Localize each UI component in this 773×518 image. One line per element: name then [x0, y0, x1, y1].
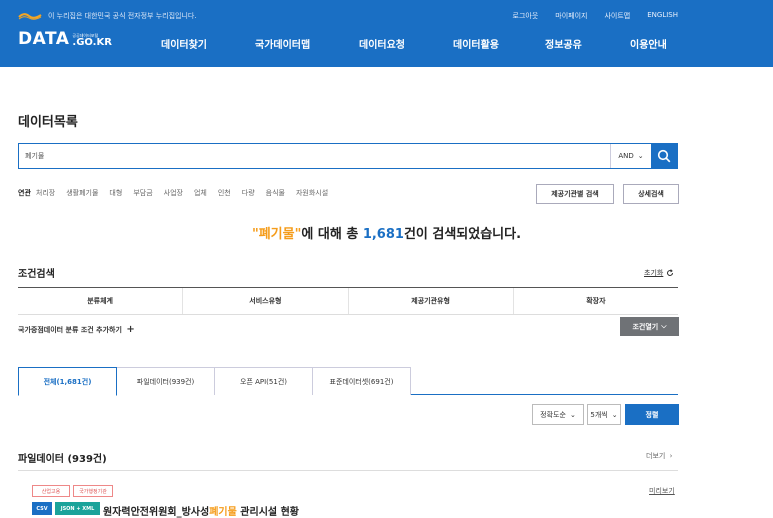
dataset-title-highlight: 폐기물 [209, 507, 237, 518]
more-label: 더보기 [646, 452, 666, 460]
site-header: 이 누리집은 대한민국 공식 전자정부 누리집입니다. 로그아웃 마이페이지 사… [0, 0, 773, 67]
condition-column-provider-type[interactable]: 제공기관유형 [349, 288, 514, 314]
condition-column-service-type[interactable]: 서비스유형 [183, 288, 349, 314]
english-link[interactable]: ENGLISH [647, 11, 678, 21]
related-label: 연관 [18, 189, 31, 197]
result-tabs: 전체(1,681건) 파일데이터(939건) 오픈 API(51건) 표준데이터… [18, 367, 678, 396]
category-tag: 산업고용 [32, 485, 70, 497]
result-summary: "폐기물"에 대해 총 1,681건이 검색되었습니다. [0, 223, 773, 242]
preview-link[interactable]: 미리보기 [649, 486, 675, 496]
chevron-down-icon: ⌄ [569, 410, 576, 419]
chevron-down-icon: ⌄ [637, 152, 644, 160]
related-keywords: 연관 처리장 생활폐기물 대형 부담금 사업장 업체 인천 다량 음식물 자원화… [18, 188, 339, 198]
format-badge-json-xml: JSON + XML [55, 502, 100, 515]
chevron-down-icon: ⌄ [611, 410, 618, 419]
refresh-icon [667, 269, 674, 276]
nav-data-search[interactable]: 데이터찾기 [161, 36, 207, 51]
dataset-title-before: 원자력안전위원회_방사성 [103, 507, 210, 518]
plus-icon: + [126, 324, 135, 335]
provider-search-button[interactable]: 제공기관별 검색 [536, 184, 614, 204]
related-keyword[interactable]: 생활폐기물 [66, 188, 98, 198]
related-keyword[interactable]: 사업장 [164, 188, 183, 198]
search-input[interactable] [19, 144, 610, 168]
result-query: "폐기물" [251, 227, 302, 242]
sort-order-select[interactable]: 정확도순 ⌄ [532, 404, 584, 425]
related-keyword[interactable]: 인천 [218, 188, 231, 198]
related-keyword[interactable]: 다량 [242, 188, 255, 198]
more-link[interactable]: 더보기 › [646, 451, 672, 461]
page-title: 데이터목록 [18, 115, 78, 130]
tab-standard-dataset[interactable]: 표준데이터셋(691건) [312, 367, 411, 395]
search-icon [657, 149, 671, 163]
reset-button[interactable]: 초기화 [644, 268, 674, 278]
site-logo[interactable]: DATA 공공데이터포털 .GO.KR [18, 31, 112, 48]
utility-links: 로그아웃 마이페이지 사이트맵 ENGLISH [513, 11, 679, 21]
related-keyword[interactable]: 업체 [194, 188, 207, 198]
sort-button[interactable]: 정렬 [625, 404, 679, 425]
per-page-select[interactable]: 5개씩 ⌄ [587, 404, 621, 425]
per-page-value: 5개씩 [590, 410, 608, 419]
logo-main-text: DATA [18, 29, 70, 49]
dataset-title-link[interactable]: 원자력안전위원회_방사성폐기물 관리시설 현황 [103, 503, 299, 518]
search-operator-select[interactable]: AND ⌄ [610, 144, 651, 168]
dataset-title-after: 관리시설 현황 [236, 507, 299, 518]
gov-notice-bar: 이 누리집은 대한민국 공식 전자정부 누리집입니다. [18, 11, 197, 21]
search-operator-value: AND [618, 152, 634, 160]
open-conditions-button[interactable]: 조건열기 ⌵ [620, 317, 679, 336]
file-data-section-title: 파일데이터 (939건) [18, 454, 107, 465]
nav-national-data-map[interactable]: 국가데이터맵 [255, 36, 310, 51]
condition-table: 분류체계 서비스유형 제공기관유형 확장자 [18, 287, 678, 315]
section-divider [18, 470, 678, 471]
org-type-tag: 국가행정기관 [73, 485, 113, 497]
search-bar: AND ⌄ [18, 143, 678, 169]
logout-link[interactable]: 로그아웃 [513, 11, 539, 21]
reset-label: 초기화 [644, 269, 664, 277]
gov-notice-text: 이 누리집은 대한민국 공식 전자정부 누리집입니다. [48, 12, 197, 20]
open-conditions-label: 조건열기 [632, 322, 659, 331]
nav-data-request[interactable]: 데이터요청 [359, 36, 405, 51]
related-keyword[interactable]: 대형 [109, 188, 122, 198]
related-keyword[interactable]: 자원화시설 [296, 188, 328, 198]
condition-search-title: 조건검색 [18, 269, 55, 280]
related-keyword[interactable]: 부담금 [133, 188, 152, 198]
chevron-down-icon: ⌵ [661, 322, 667, 330]
add-condition-link[interactable]: 국가중점데이터 분류 조건 추가하기 + [18, 324, 135, 335]
tab-file-data[interactable]: 파일데이터(939건) [116, 367, 215, 395]
mypage-link[interactable]: 마이페이지 [555, 11, 587, 21]
gov-emblem-icon [18, 12, 42, 21]
add-condition-label: 국가중점데이터 분류 조건 추가하기 [18, 326, 122, 334]
search-button[interactable] [651, 144, 677, 168]
condition-column-classification[interactable]: 분류체계 [18, 288, 184, 314]
format-badge-csv: CSV [32, 502, 52, 515]
related-keyword[interactable]: 처리장 [36, 188, 55, 198]
logo-sub-text: .GO.KR [72, 37, 112, 48]
nav-info-share[interactable]: 정보공유 [545, 36, 582, 51]
nav-guide[interactable]: 이용안내 [630, 36, 667, 51]
sitemap-link[interactable]: 사이트맵 [604, 11, 630, 21]
result-suffix: 건이 검색되었습니다. [403, 227, 522, 242]
tab-open-api[interactable]: 오픈 API(51건) [214, 367, 313, 395]
sort-order-value: 정확도순 [540, 410, 566, 419]
result-middle: 에 대해 총 [301, 227, 363, 242]
related-keyword[interactable]: 음식물 [266, 188, 285, 198]
condition-column-extension[interactable]: 확장자 [514, 288, 678, 314]
nav-data-use[interactable]: 데이터활용 [453, 36, 499, 51]
chevron-right-icon: › [669, 452, 673, 460]
result-count: 1,681 [362, 227, 404, 242]
logo-sub: 공공데이터포털 .GO.KR [72, 34, 112, 48]
tab-all[interactable]: 전체(1,681건) [18, 367, 117, 396]
detail-search-button[interactable]: 상세검색 [623, 184, 679, 204]
